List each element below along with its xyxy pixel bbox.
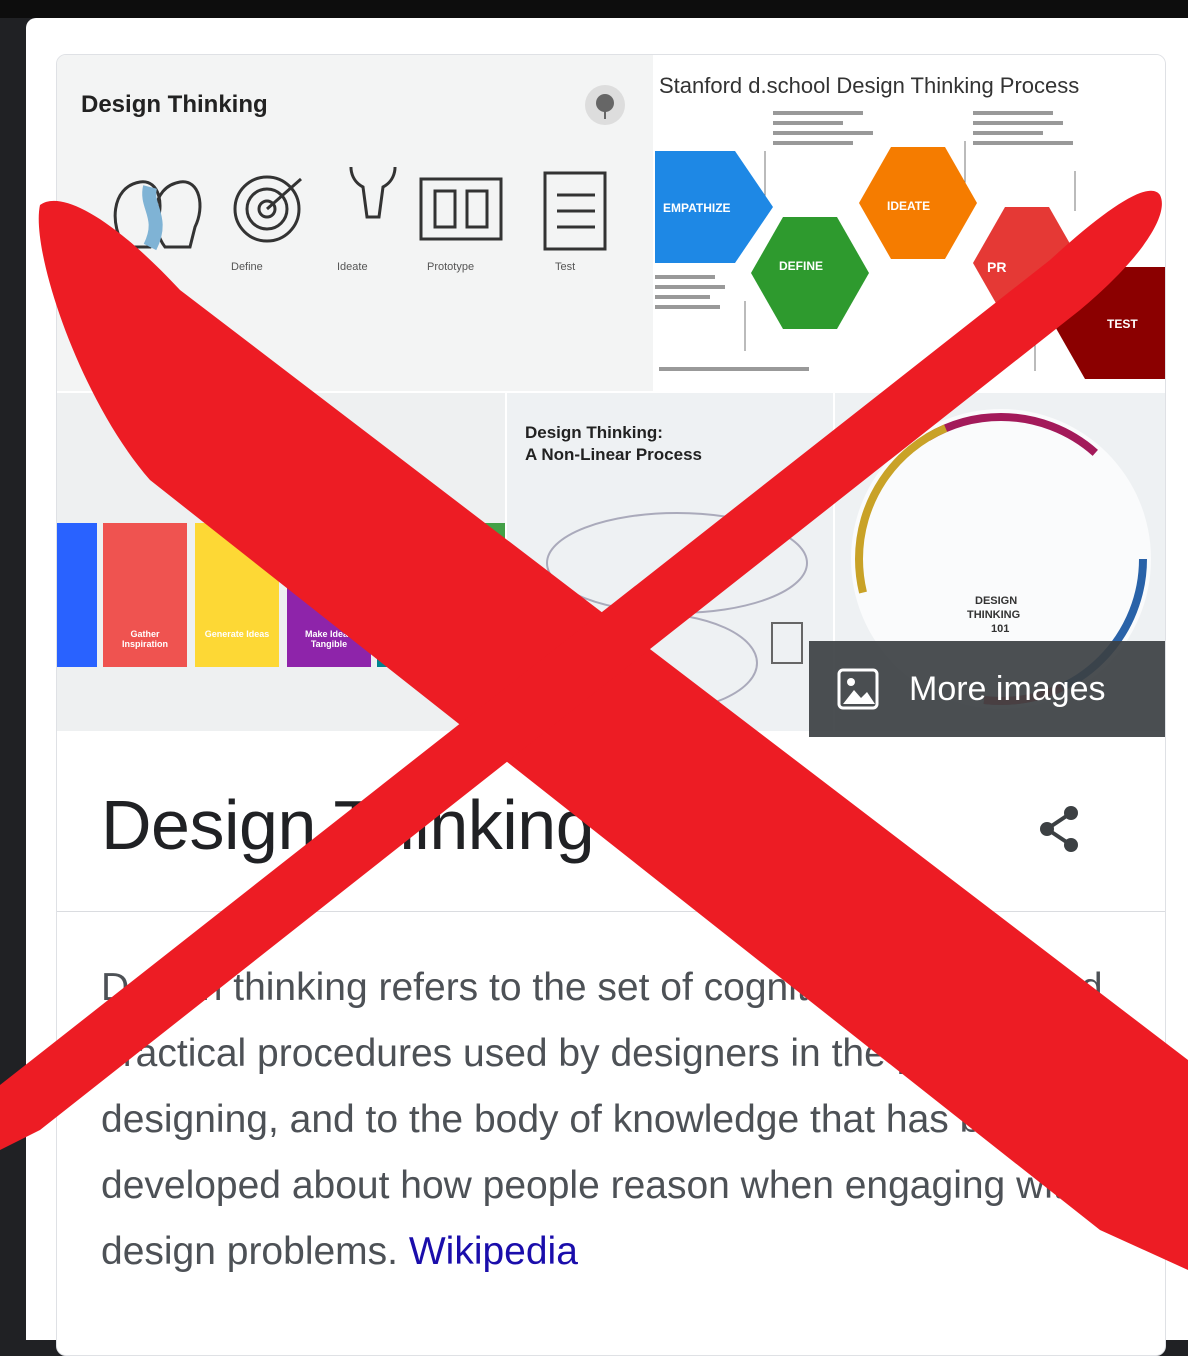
- top-bar: [0, 0, 1188, 18]
- wikipedia-link[interactable]: Wikipedia: [409, 1230, 578, 1273]
- step-define: Define: [231, 261, 263, 273]
- center-design: DESIGN: [975, 595, 1018, 607]
- image-tile-non-linear[interactable]: Design Thinking: A Non-Linear Process: [507, 393, 833, 731]
- tile4-title-1: Design Thinking:: [525, 423, 663, 442]
- image-tile-design-thinking[interactable]: Design Thinking Define Ideate Prototype …: [57, 55, 653, 391]
- non-linear-diagram: [536, 512, 808, 714]
- image-tile-ideo-process[interactable]: DESIGN THINKING DE Gather Inspiration Ge…: [57, 393, 505, 731]
- step-ideate: Ideate: [337, 261, 368, 273]
- share-icon[interactable]: [1029, 797, 1093, 861]
- entity-title: Design Thinking: [101, 786, 595, 864]
- knowledge-panel: Design Thinking Define Ideate Prototype …: [56, 54, 1166, 1356]
- tile1-title: Design Thinking: [81, 91, 268, 118]
- more-images-button[interactable]: More images: [809, 641, 1165, 737]
- hexagon-diagram: [655, 111, 1165, 379]
- center-thinking: THINKING: [967, 609, 1021, 621]
- more-images-label: More images: [909, 669, 1106, 708]
- center-101: 101: [991, 623, 1010, 635]
- card-generate: Generate Ideas: [204, 629, 270, 639]
- card-test: Test to Learn: [391, 629, 447, 639]
- tile1-footer-1: Interactio: [79, 337, 125, 349]
- hex-define: DEFINE: [779, 259, 824, 273]
- card-green: [467, 523, 505, 667]
- tile2-title: Stanford d.school Design Thinking Proces…: [659, 73, 1080, 98]
- section-divider: [57, 911, 1165, 912]
- step-test: Test: [555, 261, 576, 273]
- card-yellow: [195, 523, 279, 667]
- card-gather: Gather Inspiration: [121, 629, 168, 649]
- tile1-footer-2: Interaction: [79, 353, 136, 365]
- tree-logo-icon: [585, 85, 625, 125]
- card-make: Make Ideas Tangible: [304, 629, 354, 649]
- hex-test: TEST: [1107, 317, 1138, 331]
- image-icon: [837, 668, 879, 710]
- card-teal: [377, 523, 461, 667]
- hex-empathize: EMPATHIZE: [663, 201, 731, 215]
- tile4-title-2: A Non-Linear Process: [525, 445, 702, 464]
- entity-description: Design thinking refers to the set of cog…: [101, 955, 1111, 1285]
- tile3-header: DESIGN THINKING DE: [117, 417, 202, 426]
- hex-prototype: PR: [987, 259, 1007, 275]
- step-prototype: Prototype: [427, 261, 475, 273]
- description-text: Design thinking refers to the set of cog…: [101, 966, 1103, 1273]
- card-blue: [57, 523, 97, 667]
- hex-ideate: IDEATE: [887, 199, 931, 213]
- design-steps-icons: [113, 167, 607, 251]
- image-tile-stanford-process[interactable]: Stanford d.school Design Thinking Proces…: [655, 55, 1165, 391]
